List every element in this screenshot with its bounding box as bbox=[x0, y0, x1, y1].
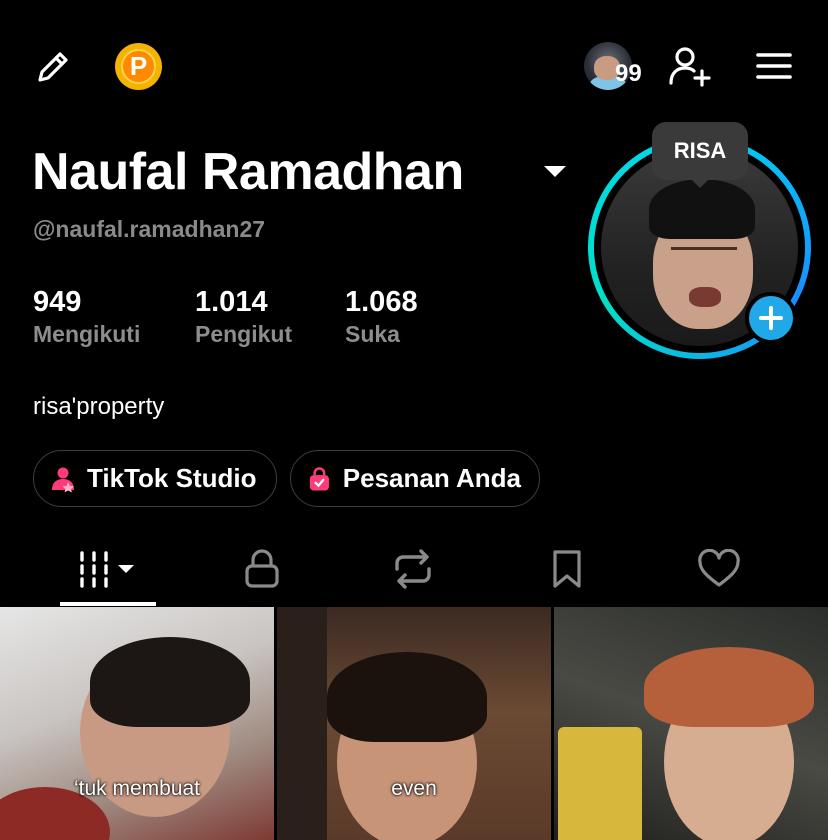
videos-grid-icon bbox=[80, 551, 134, 588]
tab-active-indicator bbox=[60, 602, 156, 606]
stat-value: 949 bbox=[33, 286, 82, 318]
studio-icon bbox=[52, 467, 74, 492]
video-thumbnail[interactable] bbox=[554, 607, 828, 840]
stat-label: Pengikut bbox=[195, 321, 293, 347]
stat-label: Mengikuti bbox=[33, 321, 141, 347]
stat-likes[interactable]: 1.068 Suka bbox=[345, 286, 418, 348]
tab-private[interactable] bbox=[232, 540, 292, 598]
repost-icon bbox=[395, 549, 431, 589]
tiktok-studio-label: TikTok Studio bbox=[87, 463, 257, 493]
lock-icon bbox=[245, 549, 279, 588]
add-story-button[interactable] bbox=[745, 292, 797, 344]
shopping-bag-icon bbox=[309, 466, 329, 490]
video-thumbnail[interactable]: ‘tuk membuat bbox=[0, 607, 274, 840]
tab-favorites[interactable] bbox=[537, 540, 597, 598]
notification-count: 99 bbox=[615, 60, 642, 87]
video-caption: even bbox=[391, 777, 437, 800]
profile-username: @naufal.ramadhan27 bbox=[33, 216, 266, 242]
menu-icon[interactable] bbox=[752, 46, 796, 86]
edit-icon[interactable] bbox=[30, 44, 76, 90]
account-switch-caret-icon[interactable] bbox=[544, 166, 566, 177]
coin-letter: P bbox=[121, 49, 156, 84]
profile-bio: risa'property bbox=[33, 393, 165, 420]
tiktok-studio-button[interactable]: TikTok Studio bbox=[33, 450, 277, 507]
video-thumbnail[interactable]: even bbox=[277, 607, 551, 840]
tab-videos[interactable] bbox=[60, 540, 156, 598]
stat-followers[interactable]: 1.014 Pengikut bbox=[195, 286, 292, 348]
tab-liked[interactable] bbox=[689, 540, 749, 598]
video-caption: ‘tuk membuat bbox=[73, 777, 201, 800]
stat-value: 1.068 bbox=[345, 286, 418, 318]
bookmark-icon bbox=[553, 550, 581, 588]
stat-label: Suka bbox=[345, 321, 400, 347]
stat-following[interactable]: 949 Mengikuti bbox=[33, 286, 140, 348]
note-bubble[interactable]: RISA bbox=[652, 122, 748, 180]
orders-button[interactable]: Pesanan Anda bbox=[290, 450, 540, 507]
tab-reposts[interactable] bbox=[383, 540, 443, 598]
profile-name[interactable]: Naufal Ramadhan bbox=[32, 142, 464, 202]
stat-value: 1.014 bbox=[195, 286, 268, 318]
note-bubble-tail bbox=[690, 178, 710, 188]
orders-label: Pesanan Anda bbox=[342, 463, 521, 493]
add-friend-icon[interactable] bbox=[666, 42, 714, 90]
heart-icon bbox=[698, 549, 740, 587]
coin-icon[interactable]: P bbox=[115, 43, 162, 90]
plus-icon bbox=[759, 306, 783, 330]
